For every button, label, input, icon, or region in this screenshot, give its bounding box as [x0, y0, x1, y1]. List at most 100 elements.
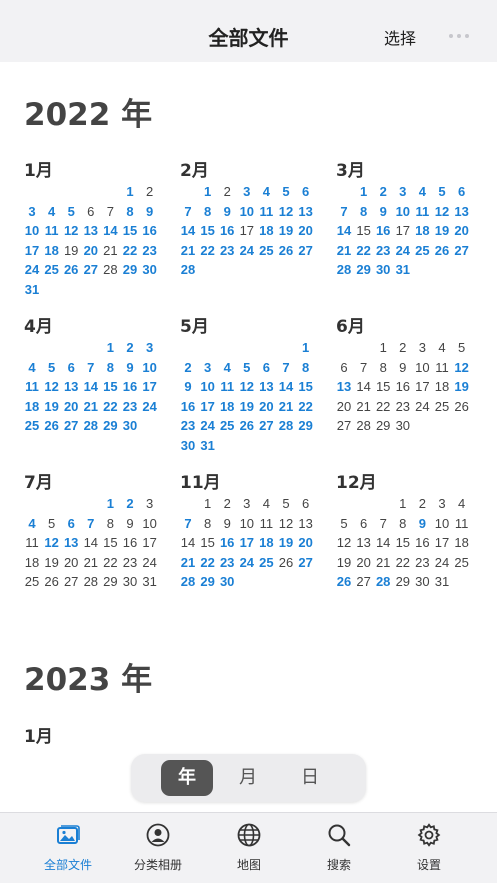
calendar-day[interactable]: 6 [296, 182, 316, 202]
calendar-day[interactable]: 25 [256, 553, 276, 573]
calendar-day[interactable]: 26 [276, 241, 296, 261]
calendar-day[interactable]: 14 [100, 221, 120, 241]
calendar-day[interactable]: 17 [237, 533, 257, 553]
calendar-day[interactable]: 12 [276, 202, 296, 222]
calendar-day[interactable]: 1 [100, 494, 120, 514]
calendar-day[interactable]: 14 [276, 377, 296, 397]
calendar-day[interactable]: 20 [296, 221, 316, 241]
calendar-day[interactable]: 16 [217, 533, 237, 553]
calendar-day[interactable]: 18 [22, 397, 42, 417]
calendar-day[interactable]: 18 [412, 221, 432, 241]
tab-settings[interactable]: 设置 [384, 813, 474, 883]
calendar-day[interactable]: 1 [100, 338, 120, 358]
calendar-day[interactable]: 9 [178, 377, 198, 397]
calendar-day[interactable]: 12 [432, 202, 452, 222]
calendar-day[interactable]: 30 [373, 260, 393, 280]
calendar-day[interactable]: 14 [178, 221, 198, 241]
calendar-day[interactable]: 7 [178, 202, 198, 222]
calendar-day[interactable]: 13 [61, 377, 81, 397]
calendar-scroll-area[interactable]: 2022 年 1月 1 2 3 4 5 6 7 8 9 10 11 12 13 14 15 16 17 18 19 2… [0, 62, 497, 812]
calendar-day[interactable]: 1 [120, 182, 140, 202]
calendar-day[interactable]: 10 [22, 221, 42, 241]
calendar-day[interactable]: 12 [452, 358, 472, 378]
calendar-day[interactable]: 3 [22, 202, 42, 222]
calendar-day[interactable]: 13 [334, 377, 354, 397]
calendar-day[interactable]: 7 [276, 358, 296, 378]
calendar-day[interactable]: 28 [81, 416, 101, 436]
calendar-day[interactable]: 19 [276, 533, 296, 553]
calendar-day[interactable]: 23 [217, 241, 237, 261]
calendar-day[interactable]: 11 [42, 221, 62, 241]
calendar-day[interactable]: 6 [452, 182, 472, 202]
calendar-day[interactable]: 23 [178, 416, 198, 436]
calendar-day[interactable]: 8 [296, 358, 316, 378]
calendar-day[interactable]: 22 [120, 241, 140, 261]
calendar-day[interactable]: 10 [237, 202, 257, 222]
calendar-day[interactable]: 4 [42, 202, 62, 222]
calendar-day[interactable]: 22 [198, 553, 218, 573]
calendar-day[interactable]: 11 [22, 377, 42, 397]
calendar-day[interactable]: 5 [237, 358, 257, 378]
calendar-day[interactable]: 12 [61, 221, 81, 241]
calendar-day[interactable]: 4 [256, 182, 276, 202]
calendar-day[interactable]: 29 [296, 416, 316, 436]
segment-year[interactable]: 年 [161, 760, 213, 796]
calendar-day[interactable]: 2 [120, 338, 140, 358]
calendar-day[interactable]: 2 [373, 182, 393, 202]
calendar-day[interactable]: 19 [452, 377, 472, 397]
calendar-day[interactable]: 18 [42, 241, 62, 261]
calendar-day[interactable]: 9 [373, 202, 393, 222]
calendar-day[interactable]: 24 [198, 416, 218, 436]
calendar-day[interactable]: 22 [100, 397, 120, 417]
calendar-day[interactable]: 12 [42, 377, 62, 397]
calendar-day[interactable]: 9 [217, 202, 237, 222]
calendar-day[interactable]: 5 [432, 182, 452, 202]
calendar-day[interactable]: 3 [198, 358, 218, 378]
calendar-day[interactable]: 28 [178, 260, 198, 280]
calendar-day[interactable]: 6 [61, 514, 81, 534]
calendar-day[interactable]: 24 [393, 241, 413, 261]
calendar-day[interactable]: 15 [296, 377, 316, 397]
calendar-day[interactable]: 14 [81, 377, 101, 397]
calendar-day[interactable]: 15 [100, 377, 120, 397]
calendar-day[interactable]: 6 [256, 358, 276, 378]
tab-map[interactable]: 地图 [204, 813, 294, 883]
calendar-day[interactable]: 12 [237, 377, 257, 397]
calendar-day[interactable]: 10 [198, 377, 218, 397]
calendar-day[interactable]: 27 [296, 553, 316, 573]
calendar-day[interactable]: 17 [22, 241, 42, 261]
calendar-day[interactable]: 16 [217, 221, 237, 241]
calendar-day[interactable]: 7 [81, 358, 101, 378]
calendar-day[interactable]: 7 [334, 202, 354, 222]
calendar-day[interactable]: 18 [256, 533, 276, 553]
calendar-day[interactable]: 20 [61, 397, 81, 417]
calendar-day[interactable]: 30 [140, 260, 160, 280]
calendar-day[interactable]: 16 [373, 221, 393, 241]
calendar-day[interactable]: 7 [81, 514, 101, 534]
calendar-day[interactable]: 5 [276, 182, 296, 202]
calendar-day[interactable]: 8 [100, 358, 120, 378]
calendar-day[interactable]: 16 [140, 221, 160, 241]
calendar-day[interactable]: 23 [120, 397, 140, 417]
select-button[interactable]: 选择 [384, 25, 416, 49]
calendar-day[interactable]: 31 [22, 280, 42, 300]
calendar-day[interactable]: 24 [22, 260, 42, 280]
calendar-day[interactable]: 25 [256, 241, 276, 261]
calendar-day[interactable]: 4 [22, 358, 42, 378]
calendar-day[interactable]: 16 [120, 377, 140, 397]
calendar-day[interactable]: 29 [120, 260, 140, 280]
calendar-day[interactable]: 3 [140, 338, 160, 358]
calendar-day[interactable]: 27 [296, 241, 316, 261]
calendar-day[interactable]: 16 [178, 397, 198, 417]
calendar-day[interactable]: 8 [354, 202, 374, 222]
calendar-day[interactable]: 26 [42, 416, 62, 436]
calendar-day[interactable]: 28 [334, 260, 354, 280]
calendar-day[interactable]: 4 [22, 514, 42, 534]
calendar-day[interactable]: 19 [42, 397, 62, 417]
calendar-day[interactable]: 26 [432, 241, 452, 261]
calendar-day[interactable]: 5 [61, 202, 81, 222]
calendar-day[interactable]: 28 [373, 572, 393, 592]
calendar-day[interactable]: 27 [452, 241, 472, 261]
calendar-day[interactable]: 6 [61, 358, 81, 378]
calendar-day[interactable]: 5 [42, 358, 62, 378]
